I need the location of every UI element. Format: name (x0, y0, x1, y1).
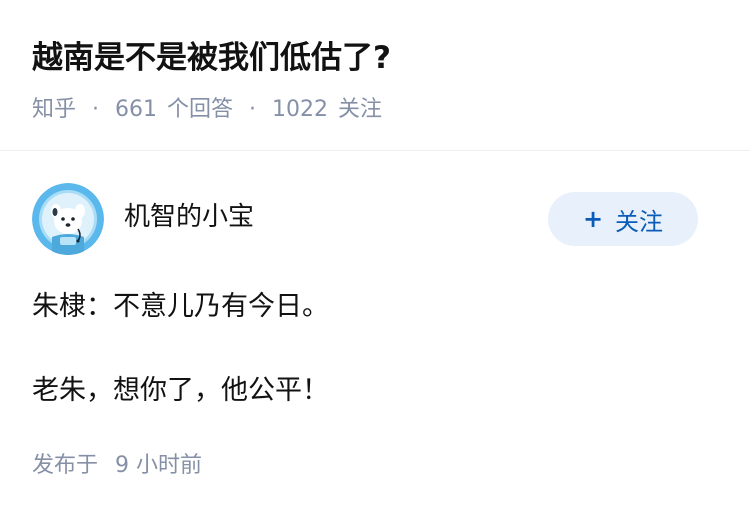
answers-count[interactable]: 661 (115, 92, 157, 128)
source-label[interactable]: 知乎 (32, 92, 76, 128)
question-header: 越南是不是被我们低估了? 知乎 · 661 个回答 · 1022 关注 (0, 0, 750, 151)
post-time: 发布于 9 小时前 (32, 448, 202, 484)
meta-separator: · (92, 97, 100, 122)
question-meta: 知乎 · 661 个回答 · 1022 关注 (32, 92, 382, 128)
question-title[interactable]: 越南是不是被我们低估了? (32, 36, 391, 80)
followers-label[interactable]: 关注 (338, 92, 382, 128)
meta-separator: · (249, 97, 257, 122)
avatar[interactable] (32, 183, 104, 255)
plus-icon: + (582, 205, 604, 233)
followers-count[interactable]: 1022 (272, 92, 328, 128)
author-name[interactable]: 机智的小宝 (124, 199, 254, 235)
posted-label: 发布于 (32, 453, 99, 478)
answer-content-line: 朱棣：不意儿乃有今日。 (32, 291, 329, 322)
follow-button[interactable]: + 关注 (548, 192, 698, 246)
answers-label[interactable]: 个回答 (167, 92, 233, 128)
answer-content-line: 老朱，想你了，他公平！ (32, 375, 329, 406)
follow-button-label: 关注 (615, 207, 664, 236)
posted-time-value: 9 小时前 (115, 453, 203, 478)
astronaut-dog-avatar-icon (32, 183, 104, 255)
answer-card: 机智的小宝 + 关注 朱棣：不意儿乃有今日。 老朱，想你了，他公平！ 发布于 9… (0, 151, 750, 518)
